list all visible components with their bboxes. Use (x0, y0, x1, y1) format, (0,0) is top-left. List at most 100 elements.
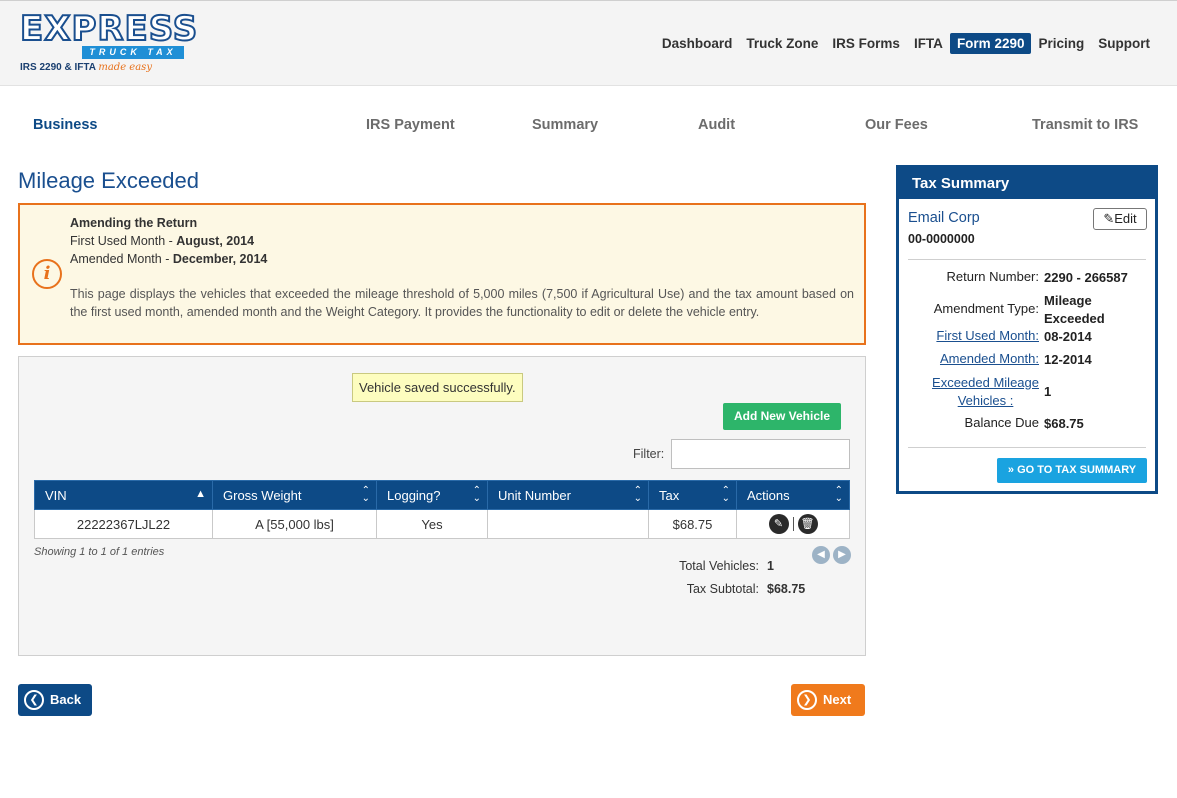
company-ein: 00-0000000 (908, 232, 975, 246)
edit-label: Edit (1114, 211, 1137, 226)
top-header: EXPRESS TRUCK TAX IRS 2290 & IFTA made e… (0, 0, 1177, 86)
step-transmit-to-irs[interactable]: Transmit to IRS (1000, 106, 1158, 145)
step-label: Summary (532, 117, 599, 133)
go-to-tax-summary-button[interactable]: » GO TO TAX SUMMARY (997, 458, 1147, 483)
column-header-label: VIN (45, 487, 67, 503)
step-label: Form Interview (199, 117, 303, 133)
nav-form-2290[interactable]: Form 2290 (949, 33, 1032, 54)
return-number-label: Return Number: (946, 269, 1039, 284)
next-button-label: Next (823, 692, 852, 707)
cell-logging: Yes (376, 509, 488, 539)
step-label: IRS Payment (366, 117, 455, 133)
sort-icon: ⌃ ⌄ (361, 485, 370, 504)
logo-tagline-made: made easy (98, 62, 152, 73)
logo-wordmark: EXPRESS (19, 8, 199, 50)
step-form-interview[interactable]: Form Interview (168, 106, 342, 145)
table-row: 22222367LJL22 A [55,000 lbs] Yes $68.75 … (34, 509, 850, 539)
edit-business-button[interactable]: ✎Edit (1093, 208, 1147, 230)
info-amended-label: Amended Month - (70, 252, 173, 266)
step-summary[interactable]: Summary (502, 106, 674, 145)
column-header-label: Tax (659, 487, 680, 503)
sort-icon: ⌃ ⌄ (721, 485, 730, 504)
company-name: Email Corp (908, 210, 980, 226)
nav-truck-zone[interactable]: Truck Zone (739, 33, 825, 54)
filter-input[interactable] (671, 439, 850, 469)
page-title: Mileage Exceeded (18, 168, 200, 193)
prev-page-icon[interactable]: ◀ (812, 546, 830, 564)
success-toast: Vehicle saved successfully. (352, 373, 523, 402)
info-first-used-label: First Used Month - (70, 234, 177, 248)
info-amended-value: December, 2014 (172, 252, 268, 266)
main-nav: Dashboard Truck Zone IRS Forms IFTA Form… (655, 33, 1157, 54)
nav-ifta[interactable]: IFTA (907, 33, 950, 54)
info-first-used-value: August, 2014 (176, 234, 255, 248)
nav-irs-forms[interactable]: IRS Forms (825, 33, 907, 54)
delete-icon[interactable]: 🗑 (797, 514, 818, 534)
express-truck-tax-logo[interactable]: EXPRESS TRUCK TAX IRS 2290 & IFTA made e… (19, 8, 198, 77)
nav-dashboard[interactable]: Dashboard (655, 33, 740, 54)
back-button[interactable]: ❮ Back (18, 684, 92, 716)
step-label: Audit (698, 117, 736, 133)
action-divider (792, 517, 794, 531)
column-header-label: Actions (747, 487, 790, 503)
column-header-logging[interactable]: Logging? ⌃ ⌄ (376, 480, 488, 510)
first-used-month-link[interactable]: First Used Month: (936, 328, 1039, 343)
column-header-label: Logging? (387, 487, 441, 503)
column-header-tax[interactable]: Tax ⌃ ⌄ (648, 480, 737, 510)
amendment-type-label: Amendment Type: (933, 301, 1039, 316)
back-button-label: Back (50, 692, 82, 707)
exceeded-mileage-value: 1 (1044, 384, 1052, 399)
next-page-icon[interactable]: ▶ (833, 546, 851, 564)
step-label: Business (33, 117, 98, 133)
cell-vin: 22222367LJL22 (34, 509, 213, 539)
sort-asc-icon: ▲ (195, 488, 206, 500)
showing-entries: Showing 1 to 1 of 1 entries (34, 546, 165, 558)
tax-summary-title: Tax Summary (899, 168, 1155, 199)
info-heading: Amending the Return (70, 216, 198, 230)
divider (908, 447, 1146, 448)
sort-icon: ⌃ ⌄ (633, 485, 642, 504)
amendment-type-value-line2: Exceeded (1044, 311, 1105, 326)
vehicles-panel: Vehicle saved successfully. Add New Vehi… (18, 356, 866, 656)
info-box: i Amending the Return First Used Month -… (18, 203, 866, 345)
filter-label: Filter: (633, 447, 665, 461)
total-vehicles-value: 1 (767, 559, 774, 573)
tax-subtotal-label: Tax Subtotal: (686, 582, 759, 596)
column-header-label: Unit Number (498, 487, 571, 503)
amendment-type-value-line1: Mileage (1044, 293, 1092, 308)
next-button[interactable]: ❯ Next (791, 684, 865, 716)
step-our-fees[interactable]: Our Fees (834, 106, 1006, 145)
nav-pricing[interactable]: Pricing (1031, 33, 1091, 54)
first-used-month-value: 08-2014 (1044, 329, 1092, 344)
column-header-unit-number[interactable]: Unit Number ⌃ ⌄ (487, 480, 649, 510)
column-header-gross-weight[interactable]: Gross Weight ⌃ ⌄ (212, 480, 377, 510)
step-irs-payment[interactable]: IRS Payment (336, 106, 508, 145)
edit-icon[interactable]: ✎ (768, 514, 789, 534)
logo-tagline: IRS 2290 & IFTA made easy (20, 62, 152, 73)
step-business[interactable]: Business (18, 106, 174, 145)
column-header-actions[interactable]: Actions ⌃ ⌄ (736, 480, 850, 510)
cell-tax: $68.75 (648, 509, 737, 539)
step-label: Our Fees (865, 117, 928, 133)
column-header-label: Gross Weight (223, 487, 302, 503)
tax-summary-panel: Tax Summary Email Corp 00-0000000 ✎Edit … (896, 165, 1158, 494)
total-vehicles-row: Total Vehicles: 1 (659, 555, 805, 578)
balance-due-label: Balance Due (964, 415, 1039, 430)
amended-month-link[interactable]: Amended Month: (940, 351, 1039, 366)
cell-unit-number (487, 509, 649, 539)
add-new-vehicle-button[interactable]: Add New Vehicle (723, 403, 841, 430)
info-header: Amending the Return First Used Month - A… (70, 214, 267, 268)
step-audit[interactable]: Audit (668, 106, 840, 145)
sort-icon: ⌃ ⌄ (834, 485, 843, 504)
exceeded-label-line2: Vehicles : (957, 393, 1014, 408)
column-header-vin[interactable]: VIN ▲ (34, 480, 213, 510)
info-icon: i (32, 259, 62, 289)
divider (908, 259, 1146, 260)
pager: ◀ ▶ (809, 544, 851, 564)
cell-actions: ✎ 🗑 (736, 509, 850, 539)
nav-support[interactable]: Support (1091, 33, 1157, 54)
cell-gross-weight: A [55,000 lbs] (212, 509, 377, 539)
exceeded-mileage-link[interactable]: Exceeded Mileage Vehicles : (932, 374, 1039, 410)
info-description: This page displays the vehicles that exc… (70, 287, 854, 319)
amendment-type-value: Mileage Exceeded (1044, 292, 1105, 328)
